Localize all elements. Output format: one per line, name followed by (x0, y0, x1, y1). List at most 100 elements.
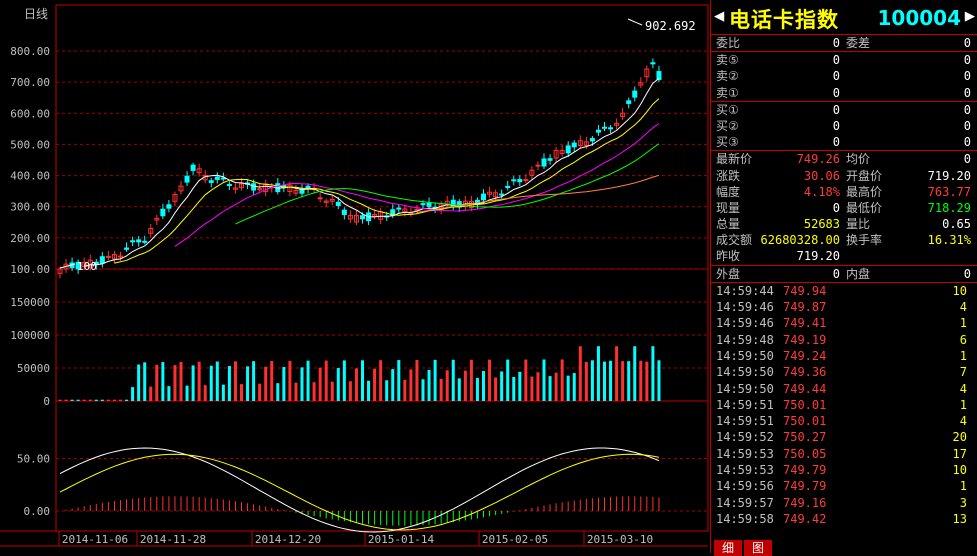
tab-chart[interactable]: 图 (744, 540, 773, 556)
quote-label: 成交额 (716, 233, 753, 248)
tick-row[interactable]: 14:59:52 750.27 20 (711, 429, 977, 445)
tick-list[interactable]: 14:59:44 749.94 10 14:59:46 749.87 4 14:59:46 7… (711, 283, 977, 527)
volume-bar (469, 359, 473, 401)
tick-row[interactable]: 14:59:53 749.79 10 (711, 462, 977, 478)
quote-row: 现量 0 最低价 718.29 (711, 200, 977, 216)
tick-time: 14:59:53 (716, 446, 774, 461)
tick-price: 750.01 (783, 414, 827, 429)
high-marker-line (627, 18, 643, 26)
order-label: 买③ (716, 135, 739, 150)
tick-row[interactable]: 14:59:57 749.16 3 (711, 495, 977, 511)
candle-body (124, 247, 130, 250)
tick-row[interactable]: 14:59:46 749.87 4 (711, 299, 977, 315)
quote-row: 涨跌 30.06 开盘价 719.20 (711, 168, 977, 184)
volume-bar (143, 362, 147, 401)
volume-bar (282, 367, 286, 401)
kline-chart-area[interactable]: 日线 800.00 700.00 600.00 500.00 400.00 300.00 20… (0, 0, 710, 553)
candle-body (136, 239, 142, 243)
price-pane-frame (55, 4, 709, 270)
volume-bar (524, 359, 528, 401)
tab-detail[interactable]: 细 (714, 540, 743, 556)
price-axis-label: 400.00 (10, 170, 50, 183)
volume-bar (500, 371, 504, 401)
tick-row[interactable]: 14:59:48 749.19 6 (711, 332, 977, 348)
volume-bar (106, 399, 110, 401)
tick-time: 14:59:51 (716, 397, 774, 412)
volume-bar (651, 346, 655, 401)
candle-body (626, 100, 632, 104)
price-axis-label: 300.00 (10, 201, 50, 214)
tick-qty: 13 (952, 511, 967, 526)
volume-bar (457, 378, 461, 401)
tick-price: 750.27 (783, 430, 827, 445)
tick-qty: 7 (959, 365, 967, 380)
tick-time: 14:59:44 (716, 283, 774, 298)
candle-body (505, 185, 511, 189)
volume-bar (512, 376, 516, 401)
price-axis-label: 500.00 (10, 138, 50, 151)
volume-bar (657, 360, 661, 401)
quote-value: 30.06 (803, 168, 840, 183)
candlestick-chart[interactable]: 日线 800.00 700.00 600.00 500.00 400.00 300.00 20… (0, 0, 710, 553)
candle-body (130, 240, 136, 243)
tick-row[interactable]: 14:59:51 750.01 4 (711, 413, 977, 429)
quote-stats: 最新价 749.26 均价 0 涨跌 30.06 开盘价 719.20 幅度 4.18% 最高价 76… (711, 151, 977, 266)
candle-body (595, 129, 601, 133)
tick-price: 749.87 (783, 300, 827, 315)
volume-bar (336, 368, 340, 401)
volume-bar (167, 386, 171, 401)
low-marker: 100 (77, 260, 97, 273)
order-value: 0 (832, 36, 840, 50)
high-marker: 902.692 (645, 19, 696, 33)
candle-body (589, 138, 595, 142)
prev-stock-icon[interactable]: ◀ (714, 6, 724, 26)
tick-row[interactable]: 14:59:56 749.79 1 (711, 478, 977, 494)
candle-body (184, 175, 190, 183)
tick-row[interactable]: 14:59:46 749.41 1 (711, 315, 977, 331)
tick-time: 14:59:46 (716, 300, 774, 315)
inner-value: 0 (963, 266, 971, 281)
volume-bar (330, 381, 334, 401)
volume-bar (451, 359, 455, 401)
candle-body (142, 240, 148, 243)
date-label: 2015-01-14 (368, 533, 435, 546)
quote-row: 幅度 4.18% 最高价 763.77 (711, 184, 977, 200)
tick-row[interactable]: 14:59:50 749.24 1 (711, 348, 977, 364)
volume-bar (415, 359, 419, 401)
order-value: 0 (832, 118, 840, 133)
tick-row[interactable]: 14:59:51 750.01 1 (711, 397, 977, 413)
tick-qty: 4 (959, 300, 967, 315)
index-code: 100004 (877, 6, 962, 30)
volume-bar (112, 399, 116, 401)
quote-label-2: 换手率 (846, 233, 883, 248)
volume-bar (633, 346, 637, 401)
volume-bar (137, 364, 141, 401)
next-stock-icon[interactable]: ▶ (965, 6, 975, 26)
tick-time: 14:59:57 (716, 495, 774, 510)
tick-row[interactable]: 14:59:50 749.44 4 (711, 381, 977, 397)
tick-time: 14:59:50 (716, 381, 774, 396)
volume-bar (379, 360, 383, 401)
quote-label-2: 均价 (846, 152, 871, 167)
volume-bar (318, 367, 322, 401)
tick-row[interactable]: 14:59:58 749.42 13 (711, 511, 977, 527)
volume-bar (233, 361, 237, 401)
order-label: 卖② (716, 69, 739, 84)
tick-qty: 1 (959, 479, 967, 494)
quote-value: 4.18% (803, 184, 840, 199)
volume-bar (82, 399, 86, 401)
tick-qty: 1 (959, 397, 967, 412)
volume-bar (615, 346, 619, 401)
tick-row[interactable]: 14:59:44 749.94 10 (711, 283, 977, 299)
order-book-row: 买③ 0 0 (711, 134, 977, 152)
tick-row[interactable]: 14:59:53 750.05 17 (711, 446, 977, 462)
tick-row[interactable]: 14:59:50 749.36 7 (711, 364, 977, 380)
volume-bar (288, 360, 292, 401)
ma10-line (114, 98, 660, 264)
quote-value: 749.26 (796, 152, 840, 167)
panel-header: ◀ 电话卡指数 100004 ▶ (711, 0, 977, 35)
quote-value-2: 0 (963, 152, 971, 167)
volume-bar (488, 359, 492, 401)
outer-value: 0 (832, 266, 840, 281)
volume-bar (264, 366, 268, 401)
